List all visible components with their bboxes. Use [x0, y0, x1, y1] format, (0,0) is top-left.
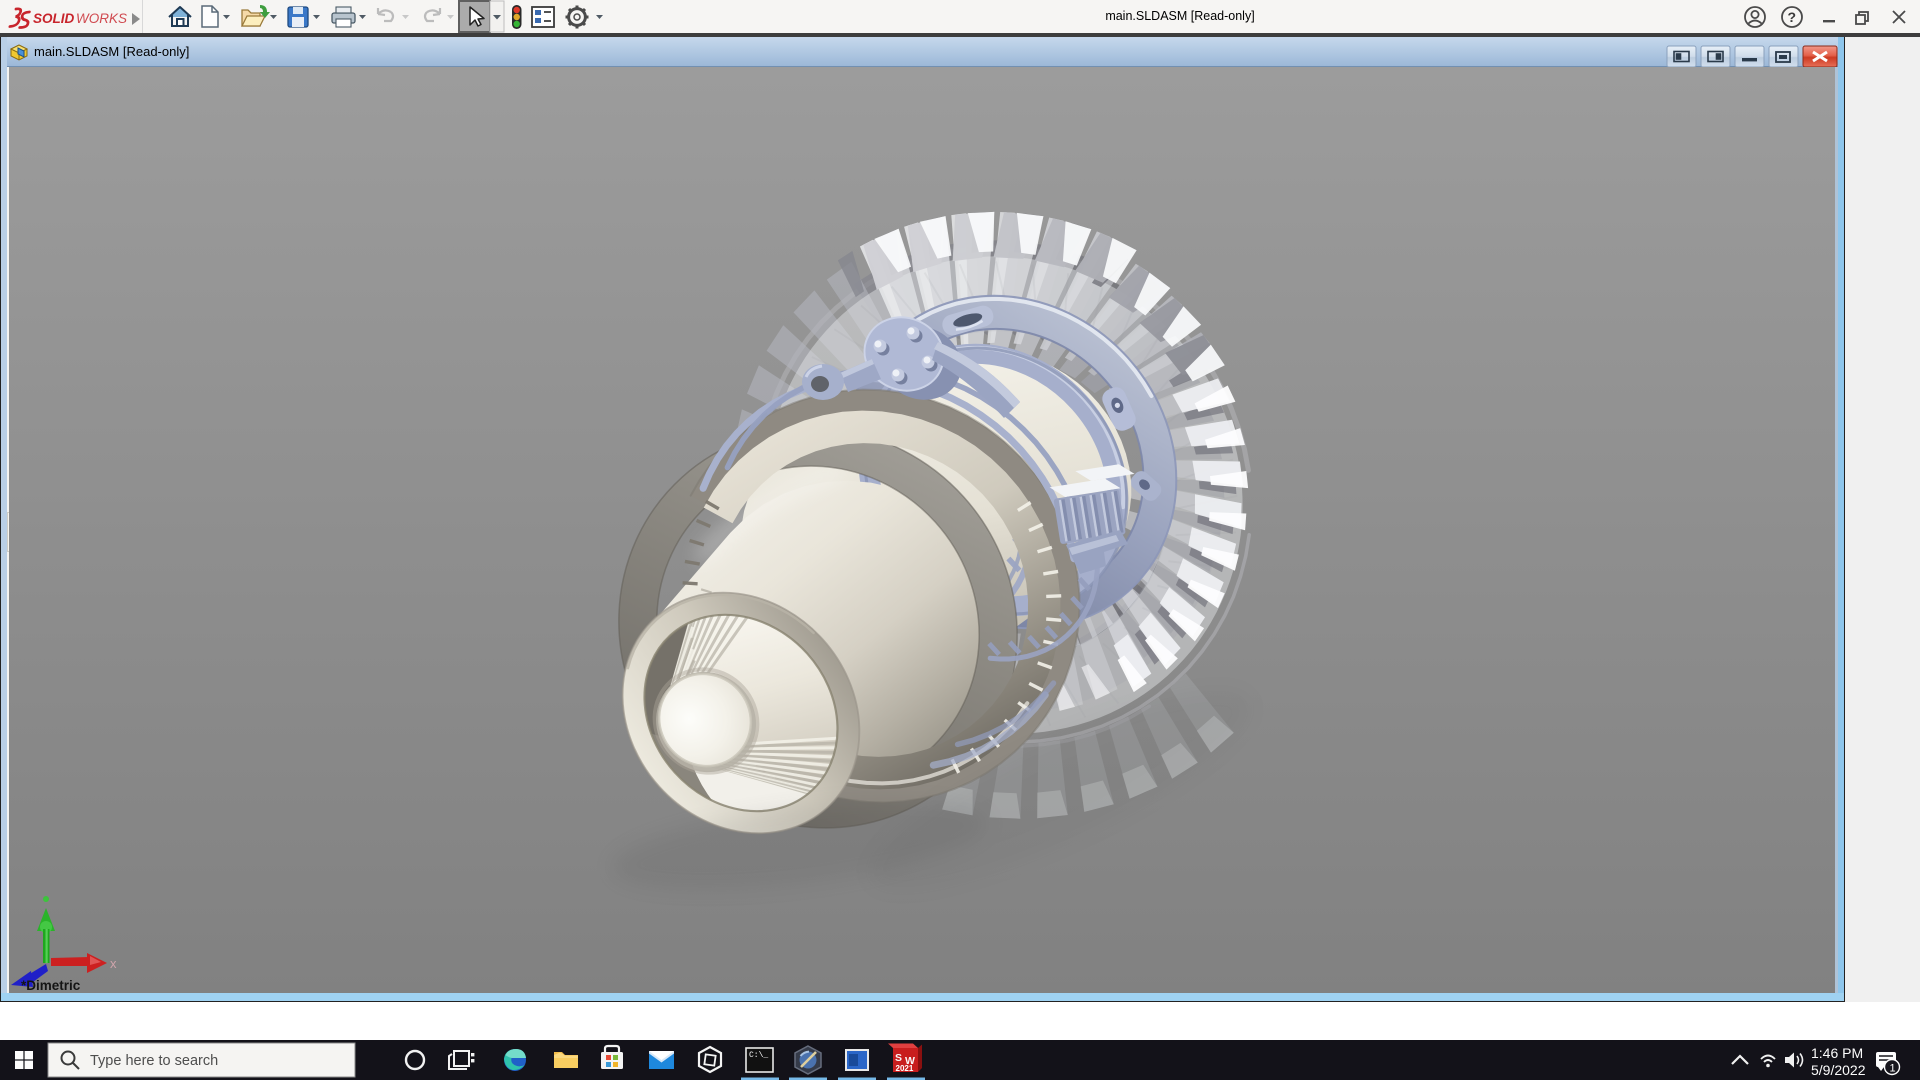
svg-text:S: S: [895, 1052, 902, 1064]
svg-text:2021: 2021: [896, 1064, 914, 1073]
svg-text:SOLID: SOLID: [33, 11, 75, 26]
svg-text:x: x: [110, 956, 117, 971]
svg-text:1:46 PM: 1:46 PM: [1811, 1045, 1863, 1061]
svg-text:WORKS: WORKS: [76, 11, 127, 26]
svg-text:5/9/2022: 5/9/2022: [1811, 1062, 1866, 1078]
svg-text:?: ?: [1788, 9, 1797, 25]
svg-text:C:\_: C:\_: [749, 1051, 768, 1060]
svg-text:*Dimetric: *Dimetric: [21, 978, 81, 993]
svg-text:Type here to search: Type here to search: [90, 1053, 218, 1069]
svg-text:1: 1: [1890, 1063, 1896, 1075]
